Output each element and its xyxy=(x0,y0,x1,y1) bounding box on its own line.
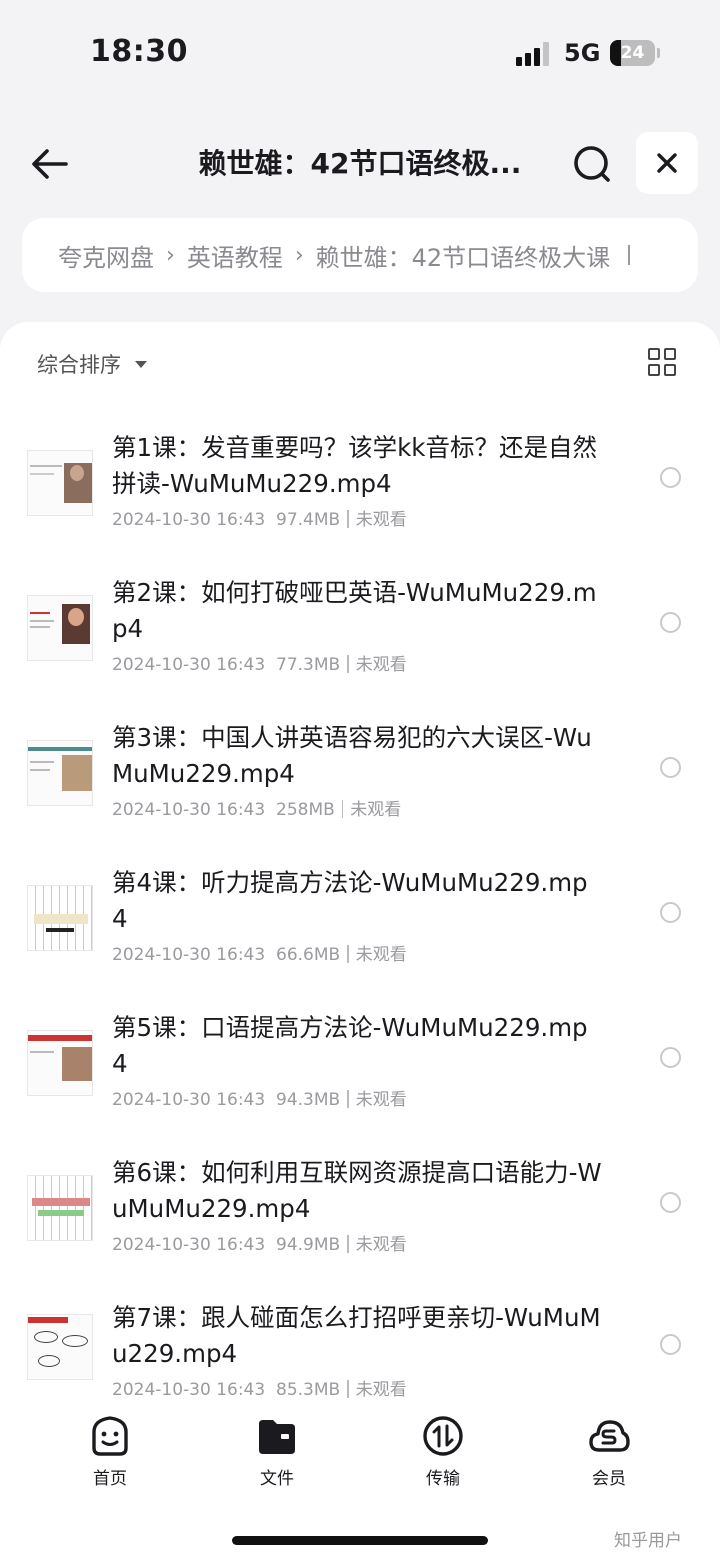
tab-transfer[interactable]: 传输 xyxy=(388,1414,498,1494)
signal-icon xyxy=(516,42,552,66)
video-thumbnail xyxy=(27,1175,93,1241)
tab-bar: 首页 文件 传输 会员 xyxy=(0,1400,720,1500)
battery-icon: 24 xyxy=(610,40,660,66)
file-size: 94.9MB xyxy=(276,1235,341,1255)
watch-status: 未观看 xyxy=(355,1090,407,1110)
chevron-right-icon: › xyxy=(294,242,304,268)
file-date: 2024-10-30 16:43 xyxy=(112,1235,266,1255)
breadcrumb-end-divider xyxy=(628,245,631,265)
select-radio[interactable] xyxy=(660,1334,681,1355)
tab-label: 文件 xyxy=(260,1469,294,1489)
page-title: 赖世雄：42节口语终极... xyxy=(198,147,522,180)
watch-status: 未观看 xyxy=(355,945,407,965)
file-meta: 2024-10-30 16:43 94.9MB 未观看 xyxy=(112,1230,407,1255)
file-meta: 2024-10-30 16:43 94.3MB 未观看 xyxy=(112,1085,407,1110)
search-button[interactable] xyxy=(570,142,614,186)
file-meta: 2024-10-30 16:43 66.6MB 未观看 xyxy=(112,940,407,965)
watch-status: 未观看 xyxy=(355,510,407,530)
smile-face-icon xyxy=(92,1416,128,1456)
status-time: 18:30 xyxy=(90,34,188,69)
back-arrow-icon xyxy=(32,149,68,179)
video-thumbnail xyxy=(27,740,93,806)
select-radio[interactable] xyxy=(660,1047,681,1068)
video-thumbnail xyxy=(27,1030,93,1096)
chevron-right-icon: › xyxy=(166,242,175,268)
status-bar: 18:30 5G 24 xyxy=(0,0,720,100)
file-size: 77.3MB xyxy=(276,655,341,675)
file-size: 85.3MB xyxy=(276,1380,341,1400)
file-name: 第4课：听力提高方法论-WuMuMu229.mp4 xyxy=(112,868,588,933)
watch-status: 未观看 xyxy=(350,800,402,820)
transfer-icon xyxy=(423,1416,463,1456)
file-meta: 2024-10-30 16:43 97.4MB 未观看 xyxy=(112,505,407,530)
file-meta: 2024-10-30 16:43 258MB 未观看 xyxy=(112,795,401,820)
file-name: 第6课：如何利用互联网资源提高口语能力-WuMuMu229.mp4 xyxy=(112,1158,602,1223)
file-row[interactable]: 第2课：如何打破哑巴英语-WuMuMu229.mp4 2024-10-30 16… xyxy=(0,575,720,720)
file-name: 第2课：如何打破哑巴英语-WuMuMu229.mp4 xyxy=(112,578,597,643)
file-size: 97.4MB xyxy=(276,510,341,530)
battery-level: 24 xyxy=(620,43,645,63)
file-date: 2024-10-30 16:43 xyxy=(112,510,266,530)
watch-status: 未观看 xyxy=(355,1235,407,1255)
sort-dropdown[interactable]: 综合排序 xyxy=(37,348,147,380)
file-size: 66.6MB xyxy=(276,945,341,965)
breadcrumb: 夸克网盘 › 英语教程 › 赖世雄：42节口语终极大课 xyxy=(22,218,698,292)
file-name: 第5课：口语提高方法论-WuMuMu229.mp4 xyxy=(112,1013,588,1078)
select-radio[interactable] xyxy=(660,1192,681,1213)
tab-home[interactable]: 首页 xyxy=(55,1414,165,1494)
watch-status: 未观看 xyxy=(355,655,407,675)
select-radio[interactable] xyxy=(660,612,681,633)
select-radio[interactable] xyxy=(660,467,681,488)
home-indicator xyxy=(232,1536,488,1545)
tab-files[interactable]: 文件 xyxy=(222,1414,332,1494)
file-date: 2024-10-30 16:43 xyxy=(112,1090,266,1110)
grid-view-button[interactable] xyxy=(648,348,678,378)
tab-label: 会员 xyxy=(592,1469,626,1489)
breadcrumb-item-root[interactable]: 夸克网盘 xyxy=(58,238,154,273)
video-thumbnail xyxy=(27,450,93,516)
select-radio[interactable] xyxy=(660,902,681,923)
network-label: 5G xyxy=(564,39,601,67)
file-date: 2024-10-30 16:43 xyxy=(112,800,266,820)
file-date: 2024-10-30 16:43 xyxy=(112,945,266,965)
file-size: 258MB xyxy=(276,800,335,820)
folder-icon xyxy=(259,1420,295,1454)
search-icon xyxy=(574,146,610,182)
tab-label: 首页 xyxy=(93,1469,127,1489)
file-date: 2024-10-30 16:43 xyxy=(112,655,266,675)
file-row[interactable]: 第1课：发音重要吗？该学kk音标？还是自然拼读-WuMuMu229.mp4 20… xyxy=(0,430,720,575)
file-row[interactable]: 第5课：口语提高方法论-WuMuMu229.mp4 2024-10-30 16:… xyxy=(0,1010,720,1155)
file-name: 第1课：发音重要吗？该学kk音标？还是自然拼读-WuMuMu229.mp4 xyxy=(112,433,597,498)
select-radio[interactable] xyxy=(660,757,681,778)
file-name: 第3课：中国人讲英语容易犯的六大误区-WuMuMu229.mp4 xyxy=(112,723,592,788)
file-meta: 2024-10-30 16:43 85.3MB 未观看 xyxy=(112,1375,407,1400)
watermark: 知乎用户 xyxy=(614,1531,682,1551)
close-icon xyxy=(657,153,677,173)
file-row[interactable]: 第4课：听力提高方法论-WuMuMu229.mp4 2024-10-30 16:… xyxy=(0,865,720,1010)
breadcrumb-item-folder[interactable]: 英语教程 xyxy=(187,238,283,273)
file-row[interactable]: 第6课：如何利用互联网资源提高口语能力-WuMuMu229.mp4 2024-1… xyxy=(0,1155,720,1300)
caret-down-icon xyxy=(135,360,147,368)
vip-cloud-icon xyxy=(589,1420,630,1452)
video-thumbnail xyxy=(27,885,93,951)
file-name: 第7课：跟人碰面怎么打招呼更亲切-WuMuMu229.mp4 xyxy=(112,1303,601,1368)
sort-label: 综合排序 xyxy=(37,353,121,377)
video-thumbnail xyxy=(27,1314,93,1380)
close-button[interactable] xyxy=(636,132,698,194)
file-meta: 2024-10-30 16:43 77.3MB 未观看 xyxy=(112,650,407,675)
file-size: 94.3MB xyxy=(276,1090,341,1110)
back-button[interactable] xyxy=(28,142,72,186)
video-thumbnail xyxy=(27,595,93,661)
breadcrumb-item-current[interactable]: 赖世雄：42节口语终极大课 xyxy=(316,238,611,273)
file-row[interactable]: 第3课：中国人讲英语容易犯的六大误区-WuMuMu229.mp4 2024-10… xyxy=(0,720,720,865)
tab-label: 传输 xyxy=(426,1469,460,1489)
watch-status: 未观看 xyxy=(355,1380,407,1400)
tab-vip[interactable]: 会员 xyxy=(554,1414,664,1494)
file-date: 2024-10-30 16:43 xyxy=(112,1380,266,1400)
